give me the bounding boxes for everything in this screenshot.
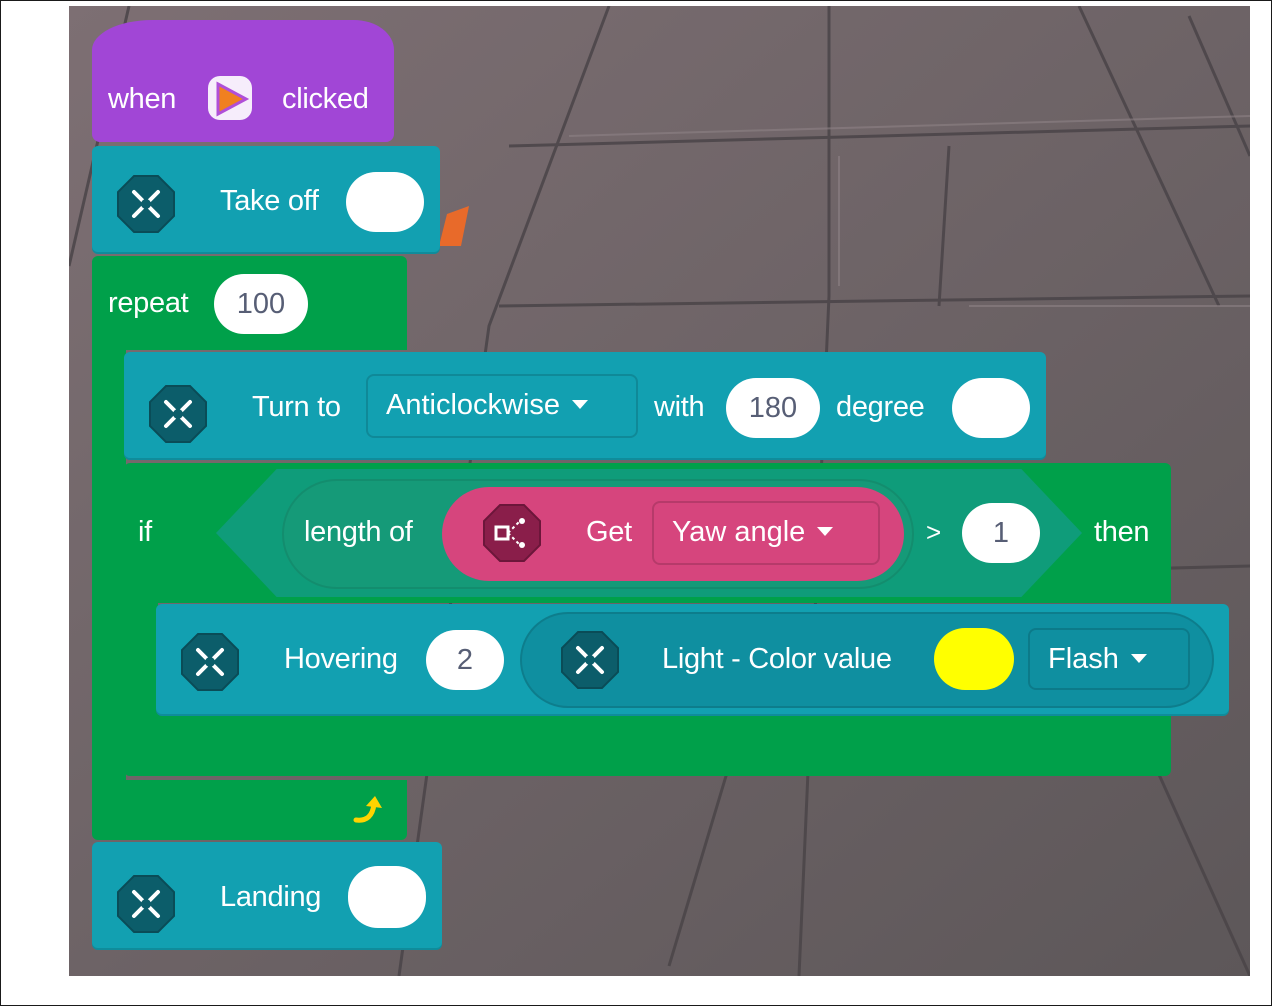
repeat-block[interactable]: repeat 100 xyxy=(92,256,407,350)
direction-dropdown[interactable]: Anticlockwise xyxy=(366,374,638,438)
if-block[interactable]: if length of Get Yaw angle > 1 then xyxy=(124,463,1171,603)
chevron-down-icon xyxy=(1130,653,1147,663)
sensor-dropdown[interactable]: Yaw angle xyxy=(652,501,880,565)
turn-extra-input[interactable] xyxy=(952,378,1030,438)
light-mode-value: Flash xyxy=(1048,643,1119,675)
sensor-value: Yaw angle xyxy=(672,516,806,548)
loop-arrow-icon xyxy=(353,796,382,823)
sensor-icon xyxy=(483,504,541,562)
angle-input[interactable]: 180 xyxy=(726,378,820,438)
drone-icon xyxy=(117,875,175,933)
drone-icon xyxy=(561,631,619,689)
hover-block[interactable]: Hovering 2 Light - Color value Flash xyxy=(156,604,1229,716)
turn-with-label: with xyxy=(654,391,705,423)
get-label: Get xyxy=(586,516,632,548)
hover-label: Hovering xyxy=(284,643,398,675)
if-footer xyxy=(124,714,1171,776)
landing-input[interactable] xyxy=(348,866,426,928)
landing-label: Landing xyxy=(220,881,322,913)
landing-block[interactable]: Landing xyxy=(92,842,442,950)
then-label: then xyxy=(1094,516,1150,548)
takeoff-block[interactable]: Take off xyxy=(92,146,440,254)
turn-unit-label: degree xyxy=(836,391,925,423)
takeoff-input[interactable] xyxy=(346,172,424,232)
length-of-label: length of xyxy=(304,516,413,548)
repeat-footer xyxy=(92,780,407,840)
if-left-arm xyxy=(124,600,158,720)
hat-when-label: when xyxy=(108,83,177,115)
takeoff-label: Take off xyxy=(220,185,319,217)
direction-value: Anticlockwise xyxy=(386,389,561,421)
compare-value-input[interactable]: 1 xyxy=(962,503,1040,563)
drone-icon xyxy=(149,385,207,443)
chevron-down-icon xyxy=(572,399,589,409)
drone-icon xyxy=(117,175,175,233)
turn-label: Turn to xyxy=(252,391,341,423)
drone-icon xyxy=(181,633,239,691)
hat-clicked-label: clicked xyxy=(282,83,369,115)
event-hat-block[interactable]: when clicked xyxy=(92,20,394,142)
light-label: Light - Color value xyxy=(662,643,892,675)
turn-block[interactable]: Turn to Anticlockwise with 180 degree xyxy=(124,352,1046,460)
color-swatch[interactable] xyxy=(934,628,1014,690)
repeat-count-input[interactable]: 100 xyxy=(214,274,308,334)
hover-seconds-input[interactable]: 2 xyxy=(426,630,504,690)
light-mode-dropdown[interactable]: Flash xyxy=(1028,628,1190,690)
play-flag-icon[interactable] xyxy=(204,72,258,126)
repeat-left-arm xyxy=(92,348,126,790)
if-label: if xyxy=(138,516,152,548)
chevron-down-icon xyxy=(817,526,834,536)
repeat-label: repeat xyxy=(108,287,189,319)
operator-label: > xyxy=(926,517,941,547)
